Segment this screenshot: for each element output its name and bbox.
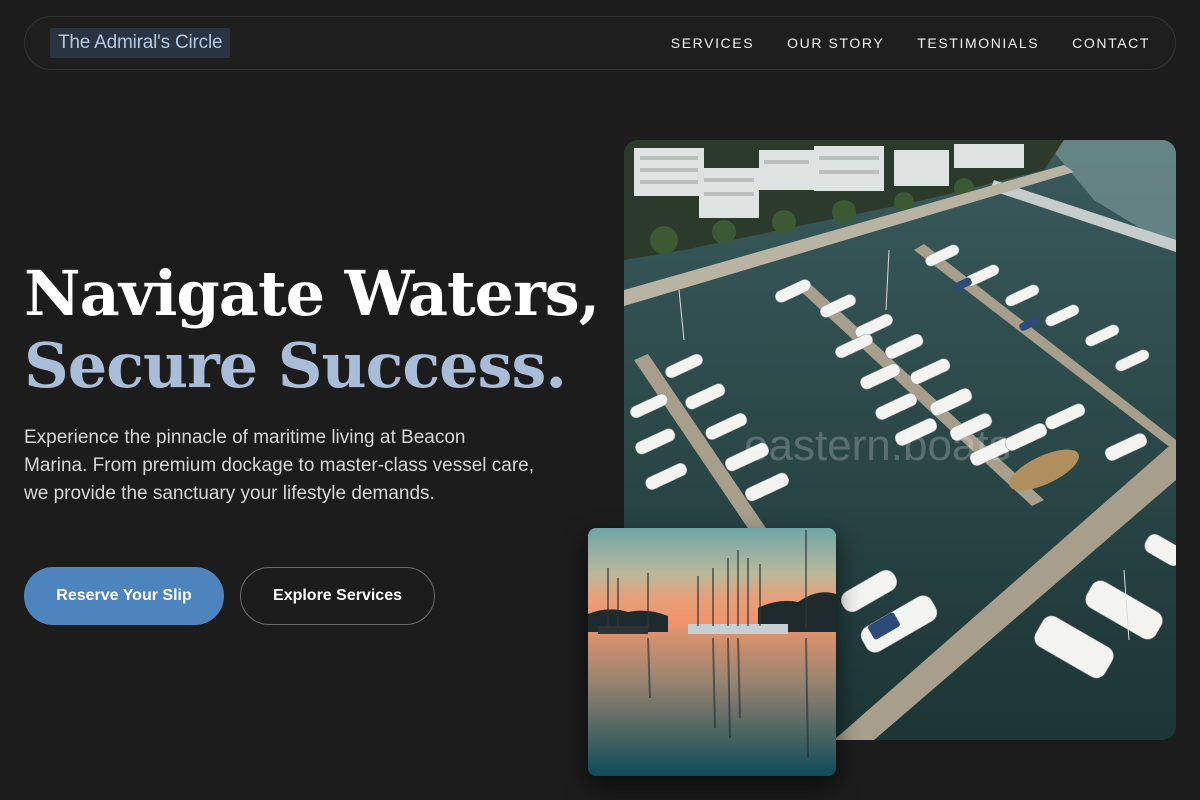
nav-links: SERVICES OUR STORY TESTIMONIALS CONTACT — [671, 35, 1150, 51]
hero-headline: Navigate Waters, Secure Success. — [24, 257, 600, 402]
reserve-slip-button[interactable]: Reserve Your Slip — [24, 567, 224, 625]
watermark-text: eastern.boats — [744, 421, 1011, 470]
explore-services-button[interactable]: Explore Services — [240, 567, 435, 625]
sunset-marina-image — [588, 528, 836, 776]
hero-headline-line-1: Navigate Waters, — [24, 257, 600, 330]
hero-description: Experience the pinnacle of maritime livi… — [24, 427, 534, 504]
top-navigation-bar: The Admiral's Circle SERVICES OUR STORY … — [24, 16, 1176, 70]
nav-link-our-story[interactable]: OUR STORY — [787, 35, 884, 51]
nav-link-testimonials[interactable]: TESTIMONIALS — [917, 35, 1039, 51]
hero-headline-line-2: Secure Success. — [24, 329, 567, 402]
sunset-marina-illustration — [588, 528, 836, 776]
nav-link-services[interactable]: SERVICES — [671, 35, 754, 51]
site-logo[interactable]: The Admiral's Circle — [50, 28, 231, 58]
nav-link-contact[interactable]: CONTACT — [1072, 35, 1150, 51]
